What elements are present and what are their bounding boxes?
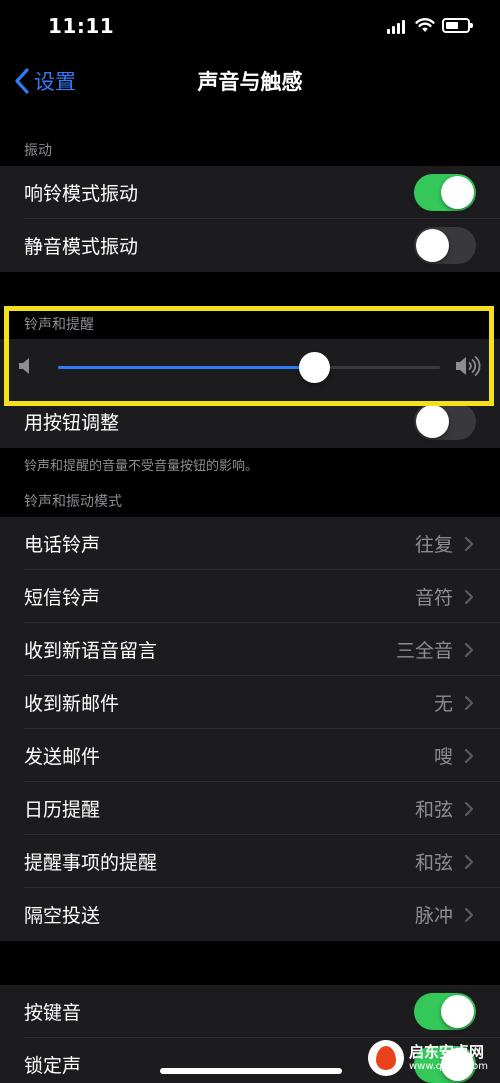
wifi-icon [415, 18, 435, 32]
volume-low-icon [19, 358, 29, 374]
change-with-buttons-toggle[interactable] [414, 403, 476, 440]
row-label: 收到新语音留言 [24, 640, 158, 662]
chevron-right-icon [464, 642, 474, 658]
vibrate-on-silent-row: 静音模式振动 [0, 219, 500, 272]
chevron-right-icon [464, 801, 474, 817]
row-value: 音符 [414, 587, 453, 609]
row-label: 按键音 [24, 1002, 82, 1024]
ringer-volume-row [0, 339, 500, 395]
battery-icon [442, 18, 473, 33]
list-item-text-tone[interactable]: 短信铃声 音符 [0, 570, 500, 623]
row-label: 静音模式振动 [24, 236, 139, 258]
chevron-right-icon [464, 536, 474, 552]
list-item-airdrop[interactable]: 隔空投送 脉冲 [0, 888, 500, 941]
slider-thumb[interactable] [298, 352, 330, 383]
watermark-text: 启东安卓网 [409, 1043, 485, 1061]
chevron-right-icon [464, 907, 474, 923]
row-label: 收到新邮件 [24, 693, 120, 715]
row-value: 脉冲 [414, 905, 453, 927]
watermark-url: www.qdltcl.com [409, 1061, 489, 1072]
list-item-calendar-alerts[interactable]: 日历提醒 和弦 [0, 782, 500, 835]
row-value: 三全音 [395, 640, 453, 662]
vibration-group: 响铃模式振动 静音模式振动 [0, 166, 500, 272]
list-item-sent-mail[interactable]: 发送邮件 嗖 [0, 729, 500, 782]
vibrate-on-ring-row: 响铃模式振动 [0, 166, 500, 219]
keyboard-clicks-toggle[interactable] [414, 993, 476, 1030]
watermark-logo-icon [368, 1040, 404, 1076]
chevron-right-icon [464, 589, 474, 605]
list-item-new-mail[interactable]: 收到新邮件 无 [0, 676, 500, 729]
ringer-footer-note: 铃声和提醒的音量不受音量按钮的影响。 [24, 459, 259, 474]
status-time: 11:11 [48, 14, 115, 38]
list-item-new-voicemail[interactable]: 收到新语音留言 三全音 [0, 623, 500, 676]
section-header-patterns: 铃声和振动模式 [24, 494, 122, 510]
row-value: 和弦 [414, 852, 453, 874]
row-value: 往复 [414, 534, 453, 556]
cellular-signal-icon [387, 20, 407, 34]
chevron-right-icon [464, 695, 474, 711]
row-label: 用按钮调整 [24, 412, 120, 434]
ringer-volume-slider[interactable] [58, 352, 440, 383]
section-header-ringer: 铃声和提醒 [24, 317, 94, 333]
row-label: 响铃模式振动 [24, 183, 139, 205]
row-label: 锁定声 [24, 1055, 82, 1077]
row-value: 无 [433, 693, 453, 715]
row-value: 嗖 [433, 746, 453, 768]
chevron-right-icon [464, 748, 474, 764]
section-header-vibration: 振动 [24, 143, 52, 159]
keyboard-clicks-row: 按键音 [0, 985, 500, 1038]
row-label: 短信铃声 [24, 587, 101, 609]
navigation-bar: 设置 声音与触感 [0, 56, 500, 106]
page-title: 声音与触感 [197, 70, 303, 94]
list-item-ringtone[interactable]: 电话铃声 往复 [0, 517, 500, 570]
change-with-buttons-group: 用按钮调整 [0, 395, 500, 448]
home-indicator[interactable] [160, 1068, 342, 1074]
slider-fill [58, 366, 314, 369]
list-item-reminder-alerts[interactable]: 提醒事项的提醒 和弦 [0, 835, 500, 888]
toggle-knob [441, 995, 474, 1028]
volume-high-icon [456, 356, 481, 376]
status-bar: 11:11 [0, 0, 500, 56]
row-label: 日历提醒 [24, 799, 101, 821]
row-label: 电话铃声 [24, 534, 101, 556]
chevron-right-icon [464, 854, 474, 870]
watermark: 启东安卓网 www.qdltcl.com [368, 1035, 498, 1081]
change-with-buttons-row: 用按钮调整 [0, 395, 500, 448]
patterns-group: 电话铃声 往复 短信铃声 音符 收到新语音留言 三全音 收到新邮件 无 发送邮件… [0, 517, 500, 941]
row-label: 隔空投送 [24, 905, 101, 927]
vibrate-on-silent-toggle[interactable] [414, 227, 476, 264]
toggle-knob [416, 229, 449, 262]
toggle-knob [441, 176, 474, 209]
toggle-knob [416, 405, 449, 438]
vibrate-on-ring-toggle[interactable] [414, 174, 476, 211]
row-label: 提醒事项的提醒 [24, 852, 158, 874]
row-label: 发送邮件 [24, 746, 101, 768]
row-value: 和弦 [414, 799, 453, 821]
